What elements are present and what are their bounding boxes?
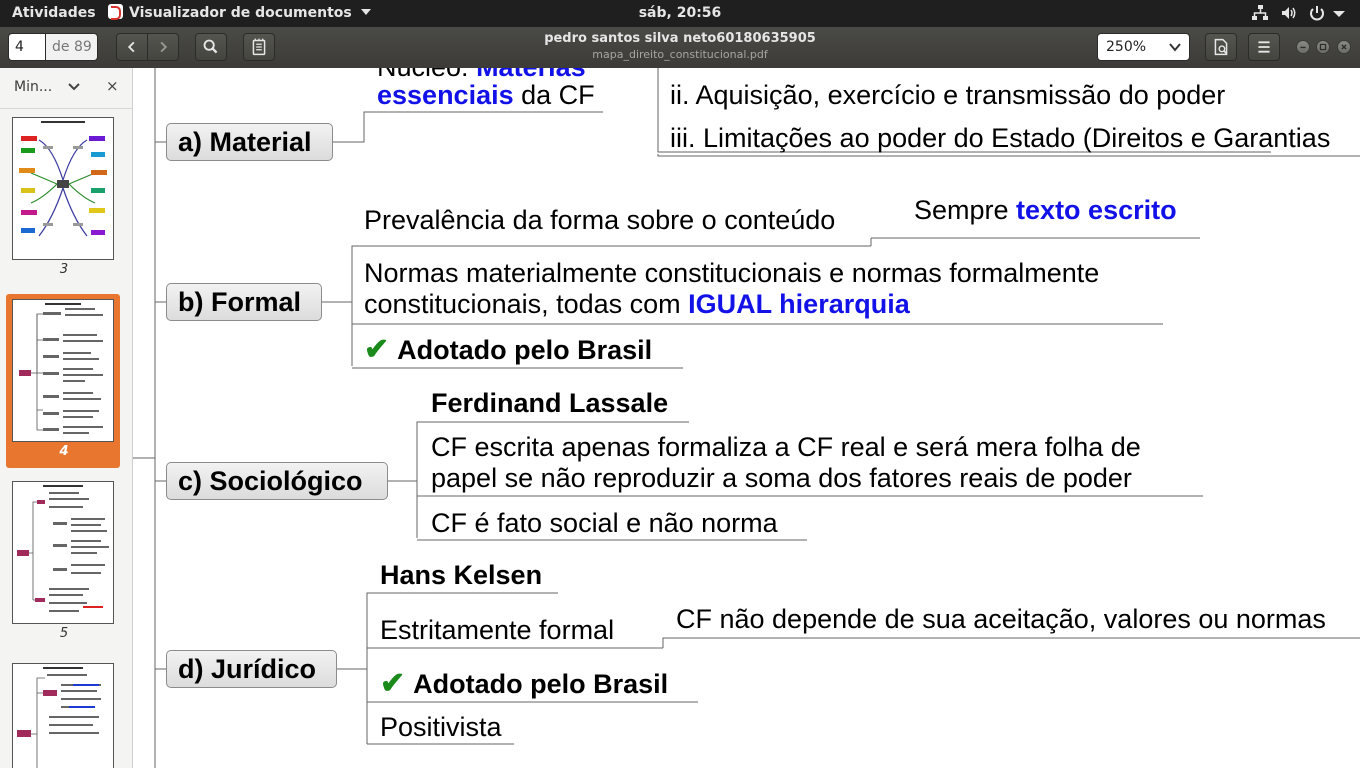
header-bar: 4 de 89 pedro santos silva neto601806359…: [0, 27, 1360, 69]
thumbnail-label: 5: [59, 626, 69, 641]
main-menu-button[interactable]: [1248, 33, 1280, 61]
formal-adotado: ✔ Adotado pelo Brasil: [364, 334, 652, 366]
formal-adotado-label: Adotado pelo Brasil: [397, 335, 653, 365]
positivista-text: Positivista: [380, 712, 502, 742]
maximize-icon: [1319, 43, 1327, 51]
previous-page-button[interactable]: [116, 33, 148, 61]
close-window-button[interactable]: [1337, 40, 1351, 54]
thumbnail-sidebar: Min... × 3 4 5: [0, 68, 133, 768]
document-search-icon: [1214, 38, 1228, 56]
document-view[interactable]: Núcleo: Matérias essenciais da CF a) Mat…: [133, 68, 1360, 768]
hamburger-icon: [1258, 41, 1270, 53]
check-icon: ✔: [364, 333, 390, 366]
sidebar-mode-select[interactable]: Min...: [14, 79, 52, 95]
prevalencia-text: Prevalência da forma sobre o conteúdo: [364, 205, 836, 235]
category-material: a) Material: [166, 123, 333, 161]
thumbnail-label: 3: [59, 262, 69, 277]
notes-icon: [252, 38, 266, 56]
fato-social-text: CF é fato social e não norma: [431, 508, 778, 538]
lassale-author: Ferdinand Lassale: [431, 388, 669, 418]
juridico-adotado-label: Adotado pelo Brasil: [413, 669, 669, 699]
normas-line-2-prefix: constitucionais, todas com: [364, 289, 689, 319]
sempre-prefix: Sempre: [914, 195, 1017, 225]
network-icon[interactable]: [1251, 4, 1269, 22]
material-item-iii: iii. Limitações ao poder do Estado (Dire…: [670, 123, 1331, 153]
sempre-text: Sempre texto escrito: [914, 195, 1177, 226]
thumbnail-page-5[interactable]: [12, 481, 114, 624]
sociologico-desc-line-2: papel se não reproduzir a soma dos fator…: [431, 463, 1132, 493]
search-icon: [203, 39, 218, 54]
chevron-down-icon: [1169, 43, 1181, 52]
category-juridico: d) Jurídico: [166, 650, 337, 688]
close-icon: [1341, 44, 1347, 50]
juridico-adotado: ✔ Adotado pelo Brasil: [380, 668, 668, 700]
zoom-value: 250%: [1106, 39, 1147, 55]
chevron-down-icon[interactable]: [68, 82, 80, 92]
igual-hierarquia-highlight: IGUAL hierarquia: [688, 289, 910, 319]
maximize-button[interactable]: [1316, 40, 1330, 54]
thumbnail-page-3[interactable]: [12, 117, 114, 260]
aceitacao-text: CF não depende de sua aceitação, valores…: [676, 604, 1326, 634]
volume-icon[interactable]: [1280, 4, 1298, 22]
minimize-icon: [1300, 46, 1306, 49]
document-properties-button[interactable]: [1205, 33, 1237, 61]
thumbnail-image: [19, 121, 107, 237]
search-button[interactable]: [195, 33, 227, 61]
annotations-button[interactable]: [243, 33, 275, 61]
chevron-left-icon: [127, 41, 135, 53]
sidebar-header: Min... ×: [0, 68, 132, 109]
page-number-input[interactable]: 4: [8, 33, 46, 61]
material-item-ii: ii. Aquisição, exercício e transmissão d…: [670, 80, 1226, 110]
category-sociologico: c) Sociológico: [166, 462, 388, 500]
thumbnail-image: [17, 667, 101, 768]
clock[interactable]: sáb, 20:56: [0, 0, 1360, 27]
chevron-right-icon: [160, 41, 168, 53]
category-formal: b) Formal: [166, 283, 322, 321]
normas-line-1: Normas materialmente constitucionais e n…: [364, 258, 1100, 288]
thumbnail-image: [17, 485, 109, 612]
thumbnail-image: [19, 303, 103, 434]
thumbnail-label: 4: [59, 444, 69, 459]
essenciais-text: essenciais da CF: [377, 80, 595, 111]
estritamente-formal-text: Estritamente formal: [380, 615, 615, 645]
thumbnail-page-4[interactable]: [12, 299, 114, 442]
page-total-label: de 89: [46, 33, 98, 61]
kelsen-author: Hans Kelsen: [380, 560, 543, 590]
normas-line-2: constitucionais, todas com IGUAL hierarq…: [364, 289, 910, 320]
next-page-button[interactable]: [147, 33, 179, 61]
minimize-button[interactable]: [1296, 40, 1310, 54]
power-icon[interactable]: [1308, 4, 1326, 22]
essenciais-highlight: essenciais: [377, 80, 514, 110]
window-subtitle: mapa_direito_constitucional.pdf: [592, 48, 768, 61]
sociologico-desc-line-1: CF escrita apenas formaliza a CF real e …: [431, 432, 1141, 462]
sidebar-close-button[interactable]: ×: [106, 77, 119, 95]
window-title: pedro santos silva neto60180635905: [544, 31, 816, 46]
zoom-select[interactable]: 250%: [1097, 33, 1190, 61]
thumbnail-page-6[interactable]: [12, 663, 114, 768]
system-top-bar: Atividades Visualizador de documentos sá…: [0, 0, 1360, 27]
essenciais-suffix: da CF: [513, 80, 595, 110]
sempre-highlight: texto escrito: [1016, 195, 1177, 225]
check-icon: ✔: [380, 667, 406, 700]
menu-arrow-icon[interactable]: [1333, 9, 1345, 19]
